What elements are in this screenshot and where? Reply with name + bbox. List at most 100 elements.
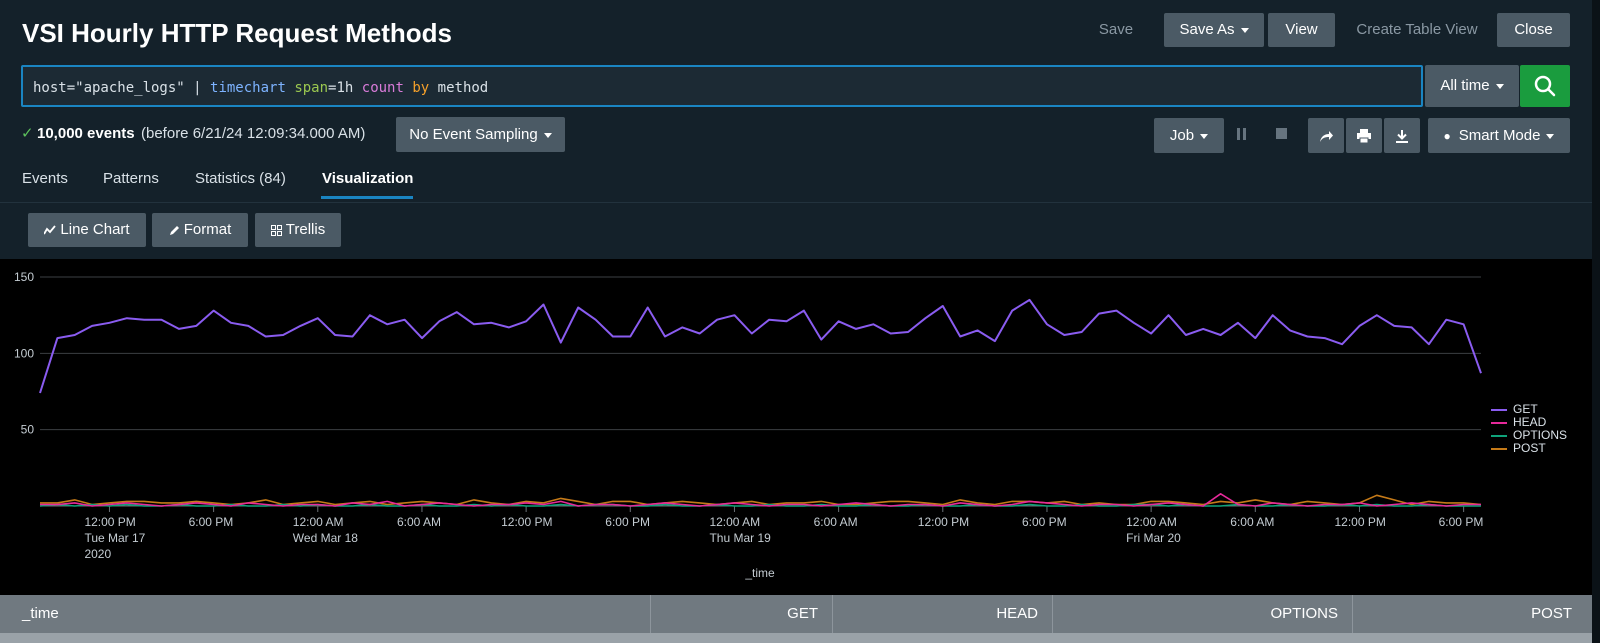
view-button[interactable]: View (1268, 13, 1335, 47)
export-button[interactable] (1384, 118, 1420, 153)
query-arg-key: span (294, 80, 329, 96)
x-tick-label-4-0: 12:00 PM (501, 515, 552, 529)
trellis-label: Trellis (285, 221, 326, 238)
page-title: VSI Hourly HTTP Request Methods (22, 18, 453, 48)
x-tick-label-10-1: Fri Mar 20 (1126, 531, 1181, 545)
time-range-picker[interactable]: All time (1425, 65, 1519, 107)
x-tick-label-2-0: 12:00 AM (293, 515, 344, 529)
tab-visualization[interactable]: Visualization (322, 170, 413, 187)
event-sampling-dropdown[interactable]: No Event Sampling (396, 117, 565, 152)
column-header-post[interactable]: POST (1352, 595, 1592, 633)
query-arg-val: =1h (328, 80, 354, 96)
legend-label-get: GET (1513, 402, 1538, 416)
x-tick-label-12-0: 12:00 PM (1334, 515, 1385, 529)
query-by: by (412, 80, 430, 96)
scrollbar-track[interactable] (1592, 0, 1600, 643)
title-bar: VSI Hourly HTTP Request Methods Save Sav… (0, 0, 1600, 64)
tab-patterns[interactable]: Patterns (103, 170, 159, 187)
query-func: count (361, 80, 404, 96)
x-tick-label-1-0: 6:00 PM (189, 515, 234, 529)
legend-label-head: HEAD (1513, 415, 1547, 429)
x-axis-title: _time (744, 566, 775, 580)
legend-swatch-get (1491, 408, 1507, 411)
series-line-head (40, 493, 1481, 507)
column-header-time[interactable]: _time (0, 595, 650, 633)
search-mode-label: Smart Mode (1458, 127, 1541, 144)
query-command: timechart (210, 80, 286, 96)
chart-legend: GET HEAD OPTIONS POST (1491, 403, 1567, 455)
save-button[interactable]: Save (1086, 13, 1146, 47)
query-host: host="apache_logs" (33, 80, 185, 96)
time-range-label: All time (1440, 77, 1490, 94)
save-as-button[interactable]: Save As (1164, 13, 1264, 47)
search-icon (1534, 75, 1556, 97)
download-icon (1396, 130, 1408, 144)
tab-events[interactable]: Events (22, 170, 68, 187)
x-tick-label-3-0: 6:00 AM (397, 515, 441, 529)
create-table-view-button[interactable]: Create Table View (1347, 13, 1487, 47)
legend-label-options: OPTIONS (1513, 428, 1568, 442)
trellis-button[interactable]: Trellis (255, 213, 341, 247)
legend-label-post: POST (1513, 441, 1546, 455)
search-mode-dropdown[interactable]: ● Smart Mode (1428, 118, 1570, 153)
close-button[interactable]: Close (1497, 13, 1570, 47)
pencil-icon (169, 225, 179, 235)
caret-down-icon (1240, 27, 1249, 33)
y-tick-label-100: 100 (14, 346, 34, 360)
query-field: method (437, 80, 489, 96)
job-label: Job (1169, 127, 1195, 144)
line-chart-label: Line Chart (60, 221, 130, 238)
format-label: Format (183, 221, 232, 238)
column-header-get[interactable]: GET (650, 595, 832, 633)
results-table-header: _time GET HEAD OPTIONS POST (0, 595, 1600, 633)
line-chart-button[interactable]: Line Chart (28, 213, 146, 247)
share-icon (1320, 131, 1333, 143)
chart-canvas: 50 100 150 12:00 PM Tue Mar 17 2020 6:00 PM 12:… (14, 270, 1484, 580)
x-tick-label-6-1: Thu Mar 19 (709, 531, 771, 545)
x-tick-label-5-0: 6:00 PM (605, 515, 650, 529)
x-tick-label-13-0: 6:00 PM (1439, 515, 1484, 529)
bulb-icon: ● (1443, 129, 1451, 143)
format-button[interactable]: Format (152, 213, 248, 247)
y-tick-label-50: 50 (21, 423, 35, 437)
check-icon: ✓ (21, 125, 34, 142)
results-tabs: Events Patterns Statistics (84) Visualiz… (0, 156, 1600, 203)
event-count: 10,000 events (37, 125, 135, 142)
query-pipe: | (184, 80, 211, 96)
x-tick-label-11-0: 6:00 AM (1230, 515, 1274, 529)
caret-down-icon (1495, 83, 1504, 89)
caret-down-icon (1200, 133, 1209, 139)
column-header-options[interactable]: OPTIONS (1052, 595, 1352, 633)
legend-swatch-head (1491, 421, 1507, 424)
x-tick-label-6-0: 12:00 AM (709, 515, 760, 529)
x-tick-label-7-0: 6:00 AM (814, 515, 858, 529)
line-chart-icon (43, 225, 57, 235)
x-tick-label-8-0: 12:00 PM (918, 515, 969, 529)
caret-down-icon (543, 132, 552, 138)
search-button[interactable] (1520, 65, 1570, 107)
pause-icon[interactable] (1237, 128, 1247, 140)
event-time-bound: (before 6/21/24 12:09:34.000 AM) (141, 125, 366, 142)
active-tab-indicator (321, 196, 413, 199)
share-button[interactable] (1308, 118, 1344, 153)
visualization-toolbar: Line Chart Format Trellis (0, 203, 1600, 259)
caret-down-icon (1546, 133, 1555, 139)
event-sampling-label: No Event Sampling (409, 126, 538, 143)
series-line-get (39, 298, 1482, 394)
legend-item-post[interactable]: POST (1491, 442, 1567, 455)
save-as-label: Save As (1179, 21, 1235, 38)
x-tick-label-9-0: 6:00 PM (1022, 515, 1067, 529)
search-input[interactable]: host="apache_logs" | timechart span=1h c… (21, 65, 1423, 107)
job-menu-button[interactable]: Job (1154, 118, 1224, 153)
search-bar: host="apache_logs" | timechart span=1h c… (0, 64, 1600, 112)
x-tick-label-0-2: 2020 (84, 547, 111, 561)
legend-swatch-options (1491, 434, 1507, 437)
column-header-head[interactable]: HEAD (832, 595, 1052, 633)
y-tick-label-150: 150 (14, 270, 34, 284)
tab-statistics[interactable]: Statistics (84) (195, 170, 286, 187)
line-chart: 50 100 150 12:00 PM Tue Mar 17 2020 6:00 PM 12:… (0, 259, 1600, 595)
print-button[interactable] (1346, 118, 1382, 153)
x-tick-label-2-1: Wed Mar 18 (293, 531, 358, 545)
print-icon (1357, 129, 1371, 144)
stop-icon[interactable] (1276, 128, 1287, 139)
